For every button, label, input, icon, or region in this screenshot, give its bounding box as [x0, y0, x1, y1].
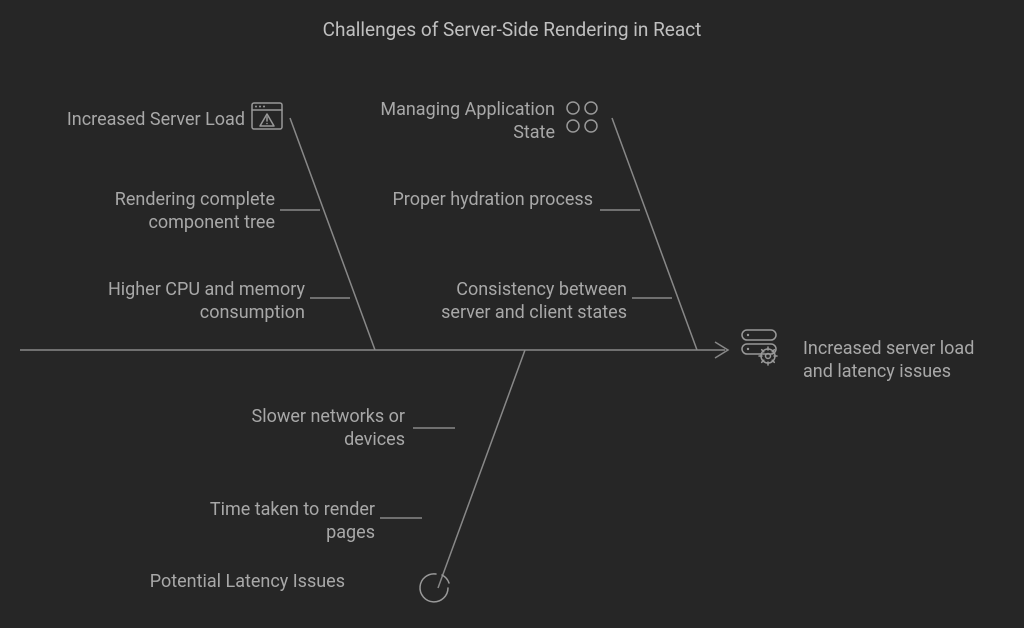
- fishbone-diagram: [0, 0, 1024, 628]
- browser-warning-icon: [252, 103, 282, 129]
- four-circles-icon: [567, 102, 597, 132]
- broken-circle-icon: [420, 574, 449, 602]
- server-gear-icon: [742, 330, 777, 365]
